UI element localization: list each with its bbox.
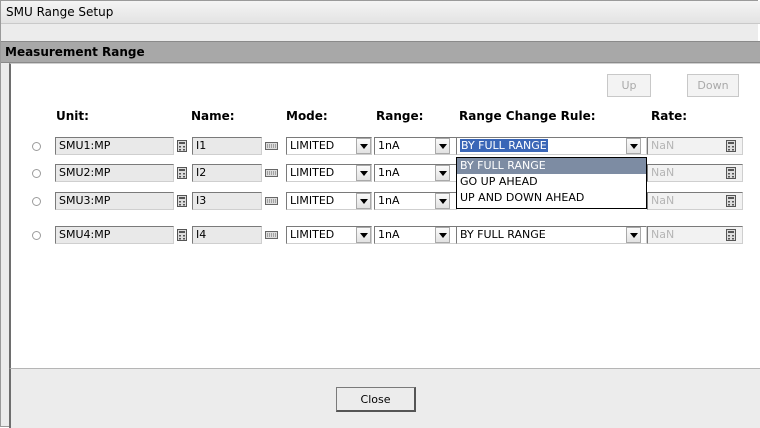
keyboard-icon[interactable] (264, 139, 278, 153)
row-select-radio[interactable] (32, 142, 41, 151)
column-header-mode: Mode: (286, 109, 328, 123)
mode-value: LIMITED (290, 228, 335, 241)
chevron-down-icon[interactable] (356, 138, 371, 154)
row-select-radio[interactable] (32, 169, 41, 178)
unit-field[interactable]: SMU3:MP (55, 192, 174, 210)
calculator-icon[interactable] (725, 228, 737, 242)
keyboard-icon[interactable] (264, 166, 278, 180)
column-header-rate: Rate: (651, 109, 688, 123)
column-header-name: Name: (191, 109, 235, 123)
chevron-down-icon[interactable] (435, 193, 450, 209)
chevron-down-icon[interactable] (626, 227, 641, 243)
calculator-icon[interactable] (176, 194, 188, 208)
calculator-icon[interactable] (176, 228, 188, 242)
name-field[interactable]: I1 (192, 137, 262, 155)
rule-dropdown-list: BY FULL RANGE GO UP AHEAD UP AND DOWN AH… (456, 157, 647, 209)
range-value: 1nA (378, 194, 400, 207)
chevron-down-icon[interactable] (356, 193, 371, 209)
chevron-down-icon[interactable] (435, 165, 450, 181)
calculator-icon[interactable] (176, 139, 188, 153)
up-button[interactable]: Up (607, 74, 651, 97)
range-value: 1nA (378, 166, 400, 179)
up-button-label: Up (621, 79, 637, 92)
column-header-rule: Range Change Rule: (459, 109, 596, 123)
name-field[interactable]: I3 (192, 192, 262, 210)
unit-field[interactable]: SMU4:MP (55, 226, 174, 244)
section-header: Measurement Range (1, 41, 760, 63)
mode-value: LIMITED (290, 194, 335, 207)
window-title: SMU Range Setup (6, 5, 114, 19)
mode-value: LIMITED (290, 166, 335, 179)
name-field[interactable]: I2 (192, 164, 262, 182)
chevron-down-icon[interactable] (626, 138, 641, 154)
chevron-down-icon[interactable] (435, 138, 450, 154)
calculator-icon[interactable] (725, 194, 737, 208)
dropdown-option[interactable]: UP AND DOWN AHEAD (457, 190, 646, 206)
column-header-unit: Unit: (56, 109, 89, 123)
calculator-icon[interactable] (725, 166, 737, 180)
keyboard-icon[interactable] (264, 228, 278, 242)
smu-range-setup-window: SMU Range Setup Measurement Range Up Dow… (0, 0, 760, 428)
calculator-icon[interactable] (725, 139, 737, 153)
column-header-range: Range: (376, 109, 424, 123)
section-title: Measurement Range (5, 45, 145, 59)
close-button-label: Close (360, 392, 391, 406)
rule-select[interactable]: BY FULL RANGE (456, 226, 647, 244)
chevron-down-icon[interactable] (435, 227, 450, 243)
name-field[interactable]: I4 (192, 226, 262, 244)
mode-value: LIMITED (290, 139, 335, 152)
row-select-radio[interactable] (32, 231, 41, 240)
dropdown-option[interactable]: GO UP AHEAD (457, 174, 646, 190)
down-button-label: Down (697, 79, 729, 92)
rule-value: BY FULL RANGE (460, 139, 548, 152)
rule-value: BY FULL RANGE (460, 228, 546, 241)
chevron-down-icon[interactable] (356, 227, 371, 243)
close-button[interactable]: Close (336, 387, 416, 412)
row-select-radio[interactable] (32, 197, 41, 206)
range-value: 1nA (378, 228, 400, 241)
keyboard-icon[interactable] (264, 194, 278, 208)
down-button[interactable]: Down (687, 74, 739, 97)
unit-field[interactable]: SMU1:MP (55, 137, 174, 155)
title-bar: SMU Range Setup (1, 1, 760, 24)
calculator-icon[interactable] (176, 166, 188, 180)
unit-field[interactable]: SMU2:MP (55, 164, 174, 182)
chevron-down-icon[interactable] (356, 165, 371, 181)
rule-select[interactable]: BY FULL RANGE (456, 137, 647, 155)
range-value: 1nA (378, 139, 400, 152)
dropdown-option[interactable]: BY FULL RANGE (457, 158, 646, 174)
